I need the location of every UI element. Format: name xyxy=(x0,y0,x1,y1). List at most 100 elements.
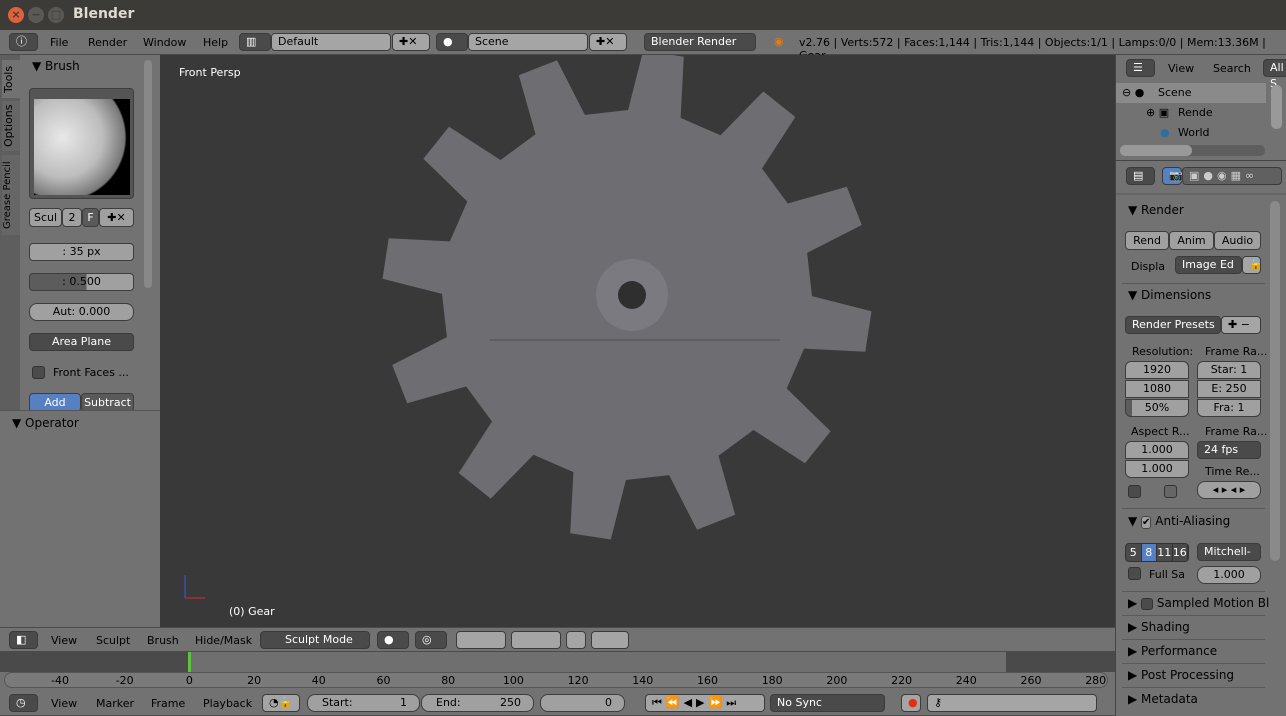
panel-header-collapsed[interactable]: ▶ Sampled Motion Bl xyxy=(1128,596,1269,610)
tab-grease-pencil[interactable]: Grease Pencil xyxy=(2,155,20,235)
layers-group-2[interactable] xyxy=(511,631,561,649)
menu-help[interactable]: Help xyxy=(203,36,228,49)
panel-header-collapsed[interactable]: ▶ Performance xyxy=(1128,644,1217,658)
frame-start-field[interactable]: Star: 1 xyxy=(1197,361,1261,379)
render-presets-select[interactable]: Render Presets xyxy=(1125,316,1221,334)
record-icon[interactable]: ● xyxy=(901,694,921,712)
border-checkbox[interactable] xyxy=(1128,485,1141,498)
layout-add-remove[interactable]: ✚✕ xyxy=(392,33,430,51)
context-tabs[interactable]: ▣●◉▦∞ xyxy=(1182,167,1282,185)
end-frame-field[interactable]: End: 250 xyxy=(421,694,534,712)
close-window-button[interactable]: × xyxy=(8,7,24,23)
brush-add-remove[interactable]: ✚✕ xyxy=(99,208,134,227)
crop-checkbox[interactable] xyxy=(1164,485,1177,498)
menu-sculpt[interactable]: Sculpt xyxy=(96,634,130,647)
panel-header-collapsed[interactable]: ▶ Metadata xyxy=(1128,692,1198,706)
outliner-v-scrollbar[interactable] xyxy=(1271,85,1282,129)
menu-view[interactable]: View xyxy=(51,697,77,710)
panel-header-collapsed[interactable]: ▶ Post Processing xyxy=(1128,668,1234,682)
editor-type-properties-icon[interactable]: ▤ xyxy=(1126,167,1155,185)
current-frame-marker[interactable] xyxy=(188,652,191,672)
mode-select[interactable]: Sculpt Mode xyxy=(260,631,370,649)
editor-type-3dview-icon[interactable]: ◧ xyxy=(9,631,38,649)
menu-window[interactable]: Window xyxy=(143,36,186,49)
render-layers-icon[interactable]: ⊕ ▣ xyxy=(1146,106,1169,119)
pivot-select[interactable]: ◎ xyxy=(415,631,447,649)
menu-render[interactable]: Render xyxy=(88,36,127,49)
keying-set-field[interactable]: ⚷ xyxy=(927,694,1097,712)
menu-marker[interactable]: Marker xyxy=(96,697,134,710)
frame-rate-select[interactable]: 24 fps xyxy=(1197,441,1261,459)
menu-view[interactable]: View xyxy=(51,634,77,647)
radius-field[interactable]: : 35 px xyxy=(29,243,134,261)
tab-tools[interactable]: Tools xyxy=(2,60,20,98)
menu-playback[interactable]: Playback xyxy=(203,697,252,710)
minimize-window-button[interactable]: − xyxy=(28,7,44,23)
sync-select[interactable]: No Sync xyxy=(770,694,885,712)
resolution-percentage-field[interactable]: 50% xyxy=(1125,399,1189,417)
render-buttons[interactable] xyxy=(591,631,629,649)
menu-view[interactable]: View xyxy=(1168,62,1194,75)
scene-add-remove[interactable]: ✚✕ xyxy=(589,33,627,51)
aa-sample-11[interactable]: 11 xyxy=(1157,544,1173,561)
resolution-y-field[interactable]: 1080 xyxy=(1125,380,1189,398)
timeline-ruler[interactable]: -40 -20 0 20 40 60 80 100 120 140 160 180 200 220 240 2… xyxy=(4,672,1108,688)
preview-range-lock[interactable]: ◔🔒 xyxy=(262,694,300,712)
maximize-window-button[interactable]: □ xyxy=(48,7,64,23)
tab-render-icon[interactable]: 📷 xyxy=(1162,167,1183,185)
menu-frame[interactable]: Frame xyxy=(151,697,185,710)
aa-sample-16[interactable]: 16 xyxy=(1173,544,1188,561)
operator-panel-header[interactable]: ▼ Operator xyxy=(12,416,79,430)
dimensions-panel-header[interactable]: ▼ Dimensions xyxy=(1128,288,1211,302)
menu-file[interactable]: File xyxy=(50,36,68,49)
scene-icon[interactable]: ● xyxy=(436,33,468,51)
brush-panel-header[interactable]: ▼ Brush xyxy=(32,59,80,73)
current-frame-field[interactable]: 0 xyxy=(540,694,625,712)
render-audio-button[interactable]: Audio xyxy=(1214,231,1261,250)
menu-hide-mask[interactable]: Hide/Mask xyxy=(195,634,252,647)
time-remap-fields[interactable]: ◂ ▸ ◂ ▸ xyxy=(1197,481,1261,499)
display-lock-icon[interactable]: 🔓 xyxy=(1242,256,1263,274)
outliner-item-render[interactable]: Rende xyxy=(1178,106,1213,119)
frame-end-field[interactable]: E: 250 xyxy=(1197,380,1261,398)
display-select[interactable]: Image Ed xyxy=(1175,256,1242,274)
tab-options[interactable]: Options xyxy=(2,101,20,151)
brush-users[interactable]: 2 xyxy=(62,208,82,227)
layout-field[interactable]: Default xyxy=(271,33,391,51)
aspect-y-field[interactable]: 1.000 xyxy=(1125,460,1189,478)
full-sample-checkbox[interactable] xyxy=(1128,567,1141,580)
sculpt-plane-select[interactable]: Area Plane xyxy=(29,333,134,351)
timeline-area[interactable] xyxy=(0,652,1115,672)
aa-sample-8[interactable]: 8 xyxy=(1141,544,1157,561)
3d-viewport[interactable]: Front Persp (0) Gear xyxy=(160,55,1115,627)
brush-preview[interactable] xyxy=(29,88,134,199)
properties-scrollbar[interactable] xyxy=(1270,201,1280,561)
layout-icon[interactable]: ▥ xyxy=(239,33,271,51)
outliner-h-scrollbar[interactable] xyxy=(1120,145,1265,156)
menu-search[interactable]: Search xyxy=(1213,62,1251,75)
render-animation-button[interactable]: Anim xyxy=(1169,231,1214,250)
outliner-item-world[interactable]: World xyxy=(1178,126,1210,139)
render-engine-select[interactable]: Blender Render xyxy=(644,33,756,51)
autosmooth-field[interactable]: Aut: 0.000 xyxy=(29,303,134,321)
front-faces-checkbox[interactable] xyxy=(32,366,45,379)
render-image-button[interactable]: Rend xyxy=(1125,231,1169,250)
editor-type-timeline-icon[interactable]: ◷ xyxy=(9,694,38,712)
toolshelf-scrollbar[interactable] xyxy=(144,60,152,288)
layers-group-1[interactable] xyxy=(456,631,506,649)
playback-controls[interactable]: ⏮⏪◀▶⏩⏭ xyxy=(645,694,765,712)
aspect-x-field[interactable]: 1.000 xyxy=(1125,441,1189,459)
aa-filter-select[interactable]: Mitchell- xyxy=(1197,543,1261,561)
panel-header-collapsed[interactable]: ▶ Shading xyxy=(1128,620,1190,634)
outliner-row-scene[interactable]: ⊖ ● Scene xyxy=(1116,83,1266,103)
resolution-x-field[interactable]: 1920 xyxy=(1125,361,1189,379)
aa-sample-5[interactable]: 5 xyxy=(1126,544,1142,561)
lock-layers-icon[interactable] xyxy=(566,631,586,649)
render-panel-header[interactable]: ▼ Render xyxy=(1128,203,1184,217)
editor-type-info-icon[interactable]: ⓘ xyxy=(9,33,38,51)
brush-fake-user[interactable]: F xyxy=(82,208,99,227)
brush-name-field[interactable]: Scul xyxy=(29,208,62,227)
shading-select[interactable]: ● xyxy=(377,631,409,649)
frame-step-field[interactable]: Fra: 1 xyxy=(1197,399,1261,417)
aa-size-field[interactable]: 1.000 xyxy=(1197,566,1261,584)
